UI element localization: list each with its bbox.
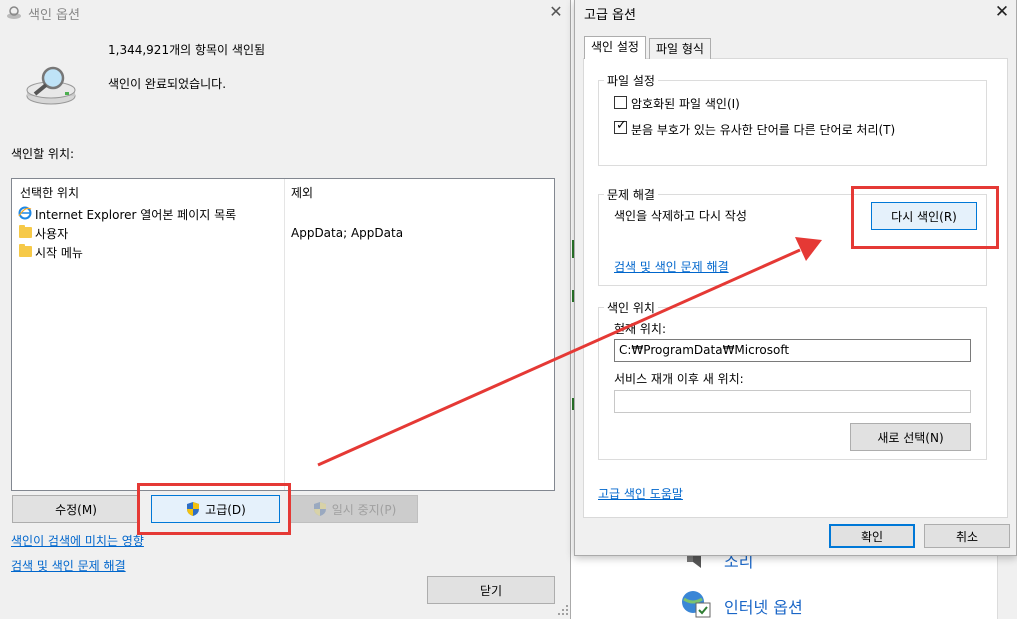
internet-options-link[interactable]: 인터넷 옵션	[724, 594, 803, 618]
table-row[interactable]: 사용자	[35, 225, 68, 242]
cancel-button-label: 취소	[955, 529, 979, 544]
modify-button-label: 수정(M)	[55, 502, 97, 517]
close-button[interactable]: 닫기	[427, 576, 555, 604]
current-location-label: 현재 위치:	[614, 322, 667, 336]
ok-button-label: 확인	[860, 529, 884, 544]
close-icon[interactable]: ✕	[546, 2, 566, 22]
index-location-label: 색인 위치	[604, 299, 658, 316]
select-new-button-label: 새로 선택(N)	[877, 430, 944, 445]
tab-file-types[interactable]: 파일 형식	[649, 38, 711, 59]
table-row[interactable]: Internet Explorer 열어본 페이지 목록	[35, 206, 236, 223]
advanced-help-link[interactable]: 고급 색인 도움말	[598, 485, 683, 502]
column-header-location[interactable]: 선택한 위치	[20, 184, 79, 201]
table-row[interactable]: 시작 메뉴	[35, 244, 83, 261]
window-title: 고급 옵션	[584, 8, 636, 23]
locations-table[interactable]	[11, 178, 555, 491]
troubleshoot-link[interactable]: 검색 및 색인 문제 해결	[11, 557, 126, 574]
tab-index-settings[interactable]: 색인 설정	[584, 36, 646, 59]
diacritics-label[interactable]: 분음 부호가 있는 유사한 단어를 다른 단어로 처리(T)	[631, 121, 895, 138]
background-scrollbar[interactable]	[997, 548, 1017, 619]
magnifier-drive-icon	[26, 66, 76, 105]
folder-icon	[19, 225, 32, 238]
internet-explorer-icon	[18, 206, 32, 220]
indexing-impact-link[interactable]: 색인이 검색에 미치는 영향	[11, 532, 144, 549]
rebuild-index-text: 색인을 삭제하고 다시 작성	[614, 209, 747, 223]
select-new-button[interactable]: 새로 선택(N)	[850, 423, 971, 451]
locations-label: 색인할 위치:	[11, 147, 75, 161]
encrypted-checkbox[interactable]	[614, 96, 627, 109]
current-location-field[interactable]: C:₩ProgramData₩Microsoft	[614, 339, 971, 362]
internet-options-icon	[682, 591, 711, 618]
modify-button[interactable]: 수정(M)	[12, 495, 140, 523]
uac-shield-icon	[313, 502, 326, 516]
new-location-field[interactable]	[614, 390, 971, 413]
window-title: 색인 옵션	[28, 8, 80, 23]
highlight-box-advanced	[137, 483, 291, 535]
table-row-exclude: AppData; AppData	[291, 226, 404, 240]
cancel-button[interactable]: 취소	[924, 524, 1010, 548]
indexed-count: 1,344,921개의 항목이 색인됨	[108, 43, 266, 57]
checkmark-icon: ✓	[616, 118, 627, 133]
indexing-status: 색인이 완료되었습니다.	[108, 77, 227, 91]
resize-grip-icon[interactable]	[557, 604, 569, 616]
close-button-label: 닫기	[479, 583, 503, 598]
column-divider	[284, 179, 285, 490]
folder-icon	[19, 244, 32, 257]
troubleshooting-label: 문제 해결	[604, 186, 658, 203]
ok-button[interactable]: 확인	[829, 524, 915, 548]
close-icon[interactable]: ✕	[992, 2, 1012, 22]
file-settings-label: 파일 설정	[604, 72, 658, 89]
new-location-label: 서비스 재개 이후 새 위치:	[614, 372, 744, 386]
troubleshoot-link[interactable]: 검색 및 색인 문제 해결	[614, 258, 729, 275]
pause-button-label: 일시 중지(P)	[331, 502, 397, 517]
indexing-options-icon	[7, 6, 21, 19]
encrypted-label[interactable]: 암호화된 파일 색인(I)	[631, 95, 740, 112]
highlight-box-rebuild	[851, 186, 999, 249]
column-header-exclude[interactable]: 제외	[291, 184, 313, 201]
pause-button[interactable]: 일시 중지(P)	[290, 495, 418, 523]
